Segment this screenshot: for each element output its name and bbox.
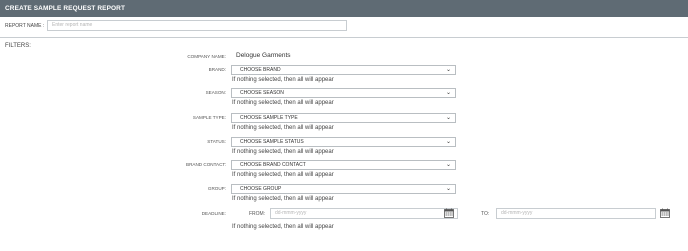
calendar-icon[interactable] (444, 208, 454, 218)
chevron-down-icon: ⌄ (445, 139, 451, 145)
deadline-from-label: FROM: (249, 211, 266, 217)
report-name-input[interactable]: Enter report name (47, 20, 347, 31)
deadline-from-input[interactable]: dd-mmm-yyyy (270, 208, 458, 219)
filters-heading: FILTERS: (5, 43, 31, 49)
status-hint: If nothing selected, then all will appea… (232, 149, 334, 155)
sample-type-label: SAMPLE TYPE: (192, 115, 226, 120)
status-label: STATUS: (207, 139, 226, 144)
brand-select[interactable]: CHOOSE BRAND ⌄ (231, 65, 456, 75)
page-title: CREATE SAMPLE REQUEST REPORT (0, 0, 688, 17)
chevron-down-icon: ⌄ (445, 162, 451, 168)
sample-type-hint: If nothing selected, then all will appea… (232, 125, 334, 131)
status-select[interactable]: CHOOSE SAMPLE STATUS ⌄ (231, 137, 456, 147)
season-hint: If nothing selected, then all will appea… (232, 100, 334, 106)
group-select[interactable]: CHOOSE GROUP ⌄ (231, 184, 456, 194)
group-hint: If nothing selected, then all will appea… (232, 196, 334, 202)
season-select-value: CHOOSE SEASON (240, 90, 284, 96)
deadline-hint: If nothing selected, then all will appea… (232, 224, 334, 230)
sample-type-select-value: CHOOSE SAMPLE TYPE (240, 115, 298, 121)
brand-select-value: CHOOSE BRAND (240, 67, 281, 73)
deadline-label: DEADLINE: (201, 211, 226, 216)
group-select-value: CHOOSE GROUP (240, 186, 282, 192)
brand-contact-label: BRAND CONTACT: (186, 162, 226, 167)
divider (0, 37, 688, 38)
brand-contact-hint: If nothing selected, then all will appea… (232, 172, 334, 178)
season-label: SEASON: (205, 90, 226, 95)
chevron-down-icon: ⌄ (445, 115, 451, 121)
brand-hint: If nothing selected, then all will appea… (232, 77, 334, 83)
deadline-to-input[interactable]: dd-mmm-yyyy (496, 208, 656, 219)
brand-contact-select-value: CHOOSE BRAND CONTACT (240, 162, 306, 168)
company-name-value: Delogue Garments (236, 52, 291, 59)
report-name-label: REPORT NAME : (5, 23, 45, 29)
brand-label: BRAND: (208, 67, 226, 72)
deadline-to-label: TO: (481, 211, 490, 217)
group-label: GROUP: (207, 186, 226, 191)
chevron-down-icon: ⌄ (445, 90, 451, 96)
season-select[interactable]: CHOOSE SEASON ⌄ (231, 88, 456, 98)
company-name-label: COMPANY NAME: (187, 54, 226, 59)
brand-contact-select[interactable]: CHOOSE BRAND CONTACT ⌄ (231, 160, 456, 170)
status-select-value: CHOOSE SAMPLE STATUS (240, 139, 304, 145)
calendar-icon[interactable] (660, 208, 670, 218)
sample-type-select[interactable]: CHOOSE SAMPLE TYPE ⌄ (231, 113, 456, 123)
chevron-down-icon: ⌄ (445, 186, 451, 192)
chevron-down-icon: ⌄ (445, 67, 451, 73)
